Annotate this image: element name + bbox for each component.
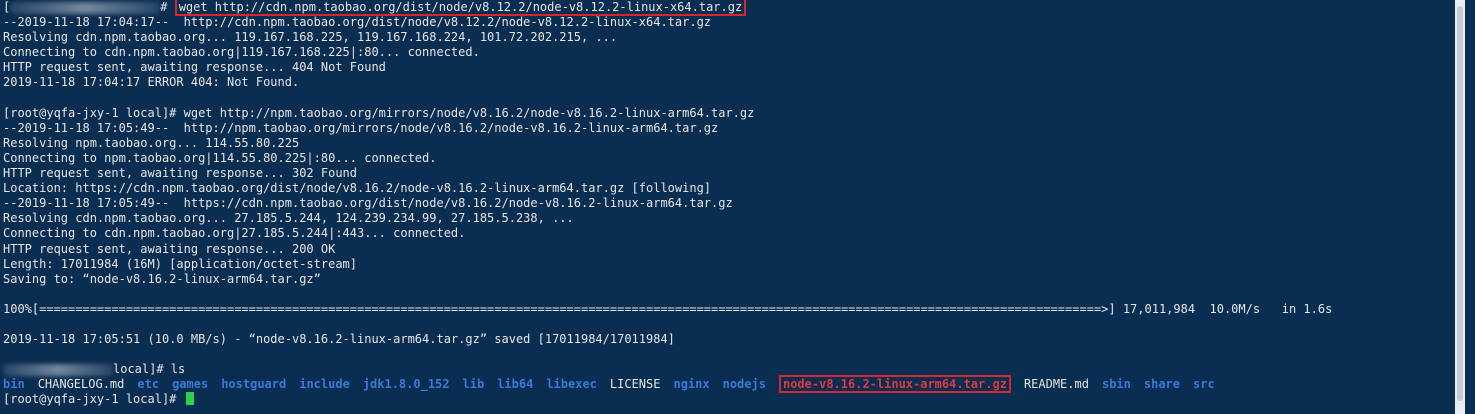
- terminal-line-6: [3, 91, 1465, 106]
- terminal-line-4: HTTP request sent, awaiting response... …: [3, 60, 386, 75]
- terminal-line-14: Resolving cdn.npm.taobao.org... 27.185.5…: [3, 211, 574, 226]
- ls-directory: nodejs: [722, 377, 766, 392]
- ls-directory: src: [1193, 377, 1215, 392]
- ls-directory: lib: [462, 377, 485, 392]
- ls-directory: etc: [137, 377, 160, 392]
- redacted-hostname: [10, 1, 161, 14]
- text-cursor: [185, 392, 194, 406]
- terminal-line-8: --2019-11-18 17:05:49-- http://npm.taoba…: [3, 120, 719, 135]
- scrollbar-thumb[interactable]: [1457, 6, 1463, 401]
- ls-directory: include: [299, 377, 350, 392]
- terminal-line-19: [3, 287, 1465, 302]
- terminal-line-7: [root@yqfa-jxy-1 local]# wget http://npm…: [3, 105, 755, 120]
- terminal-line-21: [3, 317, 1465, 332]
- ls-output: bin CHANGELOG.md etc games hostguard include j…: [3, 375, 1465, 394]
- ls-directory: jdk1.8.0_152: [362, 377, 450, 392]
- download-progress-line: 100%[===================================…: [3, 301, 1333, 316]
- highlighted-archive-file: node-v8.16.2-linux-arm64.tar.gz: [778, 375, 1011, 394]
- terminal-window[interactable]: [ # wget http://cdn.npm.taobao.org/dist/n…: [0, 0, 1465, 414]
- ls-directory: libexec: [546, 377, 597, 392]
- ls-file: CHANGELOG.md: [37, 377, 125, 392]
- terminal-line-11: HTTP request sent, awaiting response... …: [3, 166, 358, 181]
- ls-directory: bin: [3, 377, 25, 392]
- ls-file: LICENSE: [609, 377, 661, 392]
- ls-directory: lib64: [497, 377, 534, 392]
- terminal-line-1: --2019-11-18 17:04:17-- http://cdn.npm.t…: [3, 15, 712, 30]
- terminal-line-0: [ # wget http://cdn.npm.taobao.org/dist/n…: [3, 0, 1465, 16]
- ls-directory: share: [1143, 377, 1180, 392]
- terminal-line-24: local]# ls: [3, 362, 1465, 377]
- terminal-line-15: Connecting to cdn.npm.taobao.org|27.185.…: [3, 226, 466, 241]
- ls-file: README.md: [1023, 377, 1089, 392]
- ls-directory: games: [172, 377, 209, 392]
- terminal-line-26: [root@yqfa-jxy-1 local]#: [3, 392, 1465, 407]
- terminal-line-10: Connecting to npm.taobao.org|114.55.80.2…: [3, 150, 437, 165]
- ls-directory: hostguard: [221, 377, 287, 392]
- terminal-line-23: [3, 347, 1465, 362]
- terminal-line-16: HTTP request sent, awaiting response... …: [3, 241, 336, 256]
- ls-directory: nginx: [673, 377, 710, 392]
- ls-directory: sbin: [1101, 377, 1131, 392]
- shell-prompt: [root@yqfa-jxy-1 local]#: [3, 392, 184, 407]
- prompt-bracket: [: [3, 0, 11, 14]
- terminal-line-3: Connecting to cdn.npm.taobao.org|119.167…: [3, 45, 480, 60]
- prompt-suffix: #: [160, 0, 175, 14]
- ls-command: local]# ls: [113, 362, 186, 377]
- terminal-line-5: 2019-11-18 17:04:17 ERROR 404: Not Found…: [3, 75, 300, 90]
- vertical-scrollbar[interactable]: [1455, 0, 1465, 414]
- redacted-prompt: [3, 363, 113, 376]
- terminal-line-12: Location: https://cdn.npm.taobao.org/dis…: [3, 181, 712, 196]
- terminal-line-17: Length: 17011984 (16M) [application/octe…: [3, 256, 358, 271]
- terminal-line-2: Resolving cdn.npm.taobao.org... 119.167.…: [3, 30, 618, 45]
- highlighted-command: wget http://cdn.npm.taobao.org/dist/node…: [174, 0, 747, 16]
- terminal-line-13: --2019-11-18 17:05:49-- https://cdn.npm.…: [3, 196, 733, 211]
- terminal-line-22: 2019-11-18 17:05:51 (10.0 MB/s) - “node-…: [3, 332, 675, 347]
- terminal-line-9: Resolving npm.taobao.org... 114.55.80.22…: [3, 135, 300, 150]
- terminal-line-18: Saving to: “node-v8.16.2-linux-arm64.tar…: [3, 271, 321, 286]
